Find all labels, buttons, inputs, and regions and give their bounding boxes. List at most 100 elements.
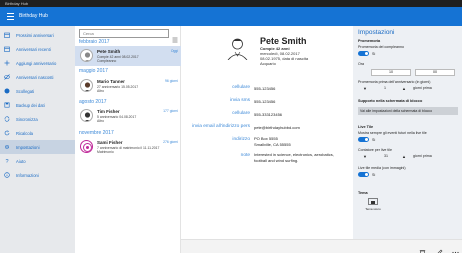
settings-title: Impostazioni: [358, 29, 395, 36]
stepper-value: 1: [384, 86, 386, 90]
sidebar-item-label: Impostazioni: [16, 144, 40, 150]
sidebar-item-settings[interactable]: Impostazioni: [0, 140, 75, 154]
increment-icon[interactable]: ▲: [402, 86, 406, 91]
sidebar-item-label: Aggiungi anniversario: [16, 60, 57, 66]
sidebar-item-label: Backup dei dati: [16, 102, 45, 108]
contact-type: Matrimonio: [97, 149, 114, 154]
contact-detail-panel: Pete Smith Compie 42 anni mercoledì, 08.…: [181, 26, 353, 239]
contact-name: Sami Fisher: [97, 140, 123, 145]
delete-icon[interactable]: [419, 243, 426, 253]
counter-stepper: ▼ 31 ▲ giorni prima: [358, 154, 458, 161]
contact-type: Compleanno: [97, 58, 117, 63]
contact-type: Altro: [97, 88, 104, 93]
add-icon: [4, 60, 10, 66]
reminder-days-label: Promemoria prima dell'anniversario (in g…: [358, 80, 431, 84]
live-tile-events-label: Mostra sempre gli eventi futuri nella li…: [358, 131, 427, 135]
field-value-sms: 555-123456: [254, 98, 276, 104]
info-icon: [4, 172, 10, 178]
toggle-state: Sì: [372, 51, 376, 56]
live-tile-media-toggle[interactable]: [358, 172, 369, 177]
decrement-icon[interactable]: ▼: [363, 86, 367, 91]
more-options-icon[interactable]: [452, 243, 459, 253]
birthday-reminder-toggle[interactable]: [358, 51, 369, 56]
reminder-days-stepper: ▼ 1 ▲ giorni prima: [358, 86, 458, 93]
list-item[interactable]: Tim Fisher 5 anniversario 04.08.2017 Alt…: [75, 106, 181, 126]
app-title: Birthday Hub: [19, 13, 48, 19]
field-value-address: PO Box 5555 Smallville, CA 55555: [254, 136, 291, 147]
minute-picker[interactable]: 00: [415, 69, 455, 76]
avatar: [80, 49, 93, 62]
field-label-email[interactable]: invia email all'indirizzo pers: [192, 124, 250, 129]
sidebar-item-label: Ricalcola: [16, 130, 33, 136]
app-header: Birthday Hub: [0, 7, 462, 26]
help-icon: ?: [4, 158, 10, 164]
contact-name-heading: Pete Smith: [260, 36, 307, 46]
sidebar-item-label: Anniversari recenti: [16, 46, 51, 52]
backup-icon: [4, 102, 10, 108]
sidebar-item-add[interactable]: Aggiungi anniversario: [0, 56, 75, 70]
stepper-value: 31: [384, 154, 388, 158]
field-label-notes: note: [240, 153, 250, 158]
sort-icon[interactable]: [172, 30, 178, 43]
field-value-email: pete@birthdayhubbd.com: [254, 124, 300, 130]
field-label-mobile-2[interactable]: cellulare: [232, 111, 250, 116]
avatar: [80, 140, 93, 153]
section-reminders: Promemoria: [358, 39, 381, 43]
section-live-tile: Live Tile: [358, 125, 374, 129]
sidebar-item-info[interactable]: Informazioni: [0, 168, 75, 182]
svg-text:?: ?: [6, 159, 9, 164]
sidebar-item-hidden[interactable]: Anniversari nascosti: [0, 70, 75, 84]
days-remaining: 96 giorni: [164, 79, 178, 83]
sidebar-item-label: Anniversari nascosti: [16, 74, 54, 80]
sidebar-item-recalculate[interactable]: Ricalcola: [0, 126, 75, 140]
list-item[interactable]: Sami Fisher 7 anniversario di matrimonio…: [75, 137, 181, 157]
increment-icon[interactable]: ▲: [402, 154, 406, 159]
hour-picker[interactable]: 10: [371, 69, 411, 76]
counter-label: Contatore per live tile: [358, 148, 392, 152]
window-titlebar: Birthday Hub: [0, 0, 462, 7]
settings-panel: Impostazioni Promemoria Promemoria del c…: [353, 26, 462, 239]
toggle-state: Sì: [372, 137, 376, 142]
hamburger-menu-icon[interactable]: [7, 13, 14, 20]
field-value-mobile-2: 555-333123456: [254, 111, 283, 117]
toggle-state: Sì: [372, 172, 376, 177]
window-title: Birthday Hub: [5, 1, 29, 6]
contact-name: Pete Smith: [97, 49, 121, 54]
search-input[interactable]: [79, 29, 169, 38]
stepper-unit: giorni prima: [413, 86, 432, 90]
decrement-icon[interactable]: ▼: [363, 154, 367, 159]
sidebar-item-sync[interactable]: Sincronizza: [0, 112, 75, 126]
unlink-icon: [4, 88, 10, 94]
list-item[interactable]: Mario Tanner 27 anniversario 15.05.2017 …: [75, 76, 181, 96]
list-item[interactable]: Pete Smith Compie 42 anni 08.02.2017 Com…: [75, 46, 181, 66]
contact-name: Mario Tanner: [97, 79, 125, 84]
section-theme: Tema: [358, 191, 368, 195]
month-header: agosto 2017: [79, 99, 107, 105]
sidebar-item-label: Sincronizza: [16, 116, 38, 122]
time-label: Ora: [358, 62, 364, 66]
edit-icon[interactable]: [436, 243, 443, 253]
month-header: febbraio 2017: [79, 39, 110, 45]
live-tile-events-toggle[interactable]: [358, 137, 369, 142]
zodiac-sign: Acquario: [260, 61, 276, 66]
sidebar-item-recent[interactable]: Anniversari recenti: [0, 42, 75, 56]
anniversary-list-panel: febbraio 2017 Pete Smith Compie 42 anni …: [75, 26, 181, 253]
contact-photo: [225, 35, 250, 61]
lockscreen-settings-button[interactable]: Vai alle impostazioni della schermata di…: [358, 107, 458, 115]
sidebar-item-upcoming[interactable]: Prossimi anniversari: [0, 28, 75, 42]
sidebar-item-label: Prossimi anniversari: [16, 32, 54, 38]
dark-theme-button[interactable]: Tema scuro: [361, 198, 385, 214]
refresh-icon: [4, 130, 10, 136]
hidden-icon: [4, 74, 10, 80]
sidebar-item-unlinked[interactable]: Scollegati: [0, 84, 75, 98]
field-label-address[interactable]: indirizzo: [232, 137, 250, 142]
sidebar-item-help[interactable]: ? Aiuto: [0, 154, 75, 168]
field-label-mobile[interactable]: cellulare: [232, 85, 250, 90]
field-label-sms[interactable]: invia sms: [230, 98, 250, 103]
sidebar-item-backup[interactable]: Backup dei dati: [0, 98, 75, 112]
contact-type: Altro: [97, 118, 104, 123]
sidebar-item-label: Scollegati: [16, 88, 35, 94]
avatar: [80, 79, 93, 92]
stepper-unit: giorni prima: [413, 154, 432, 158]
calendar-icon: [4, 32, 10, 38]
